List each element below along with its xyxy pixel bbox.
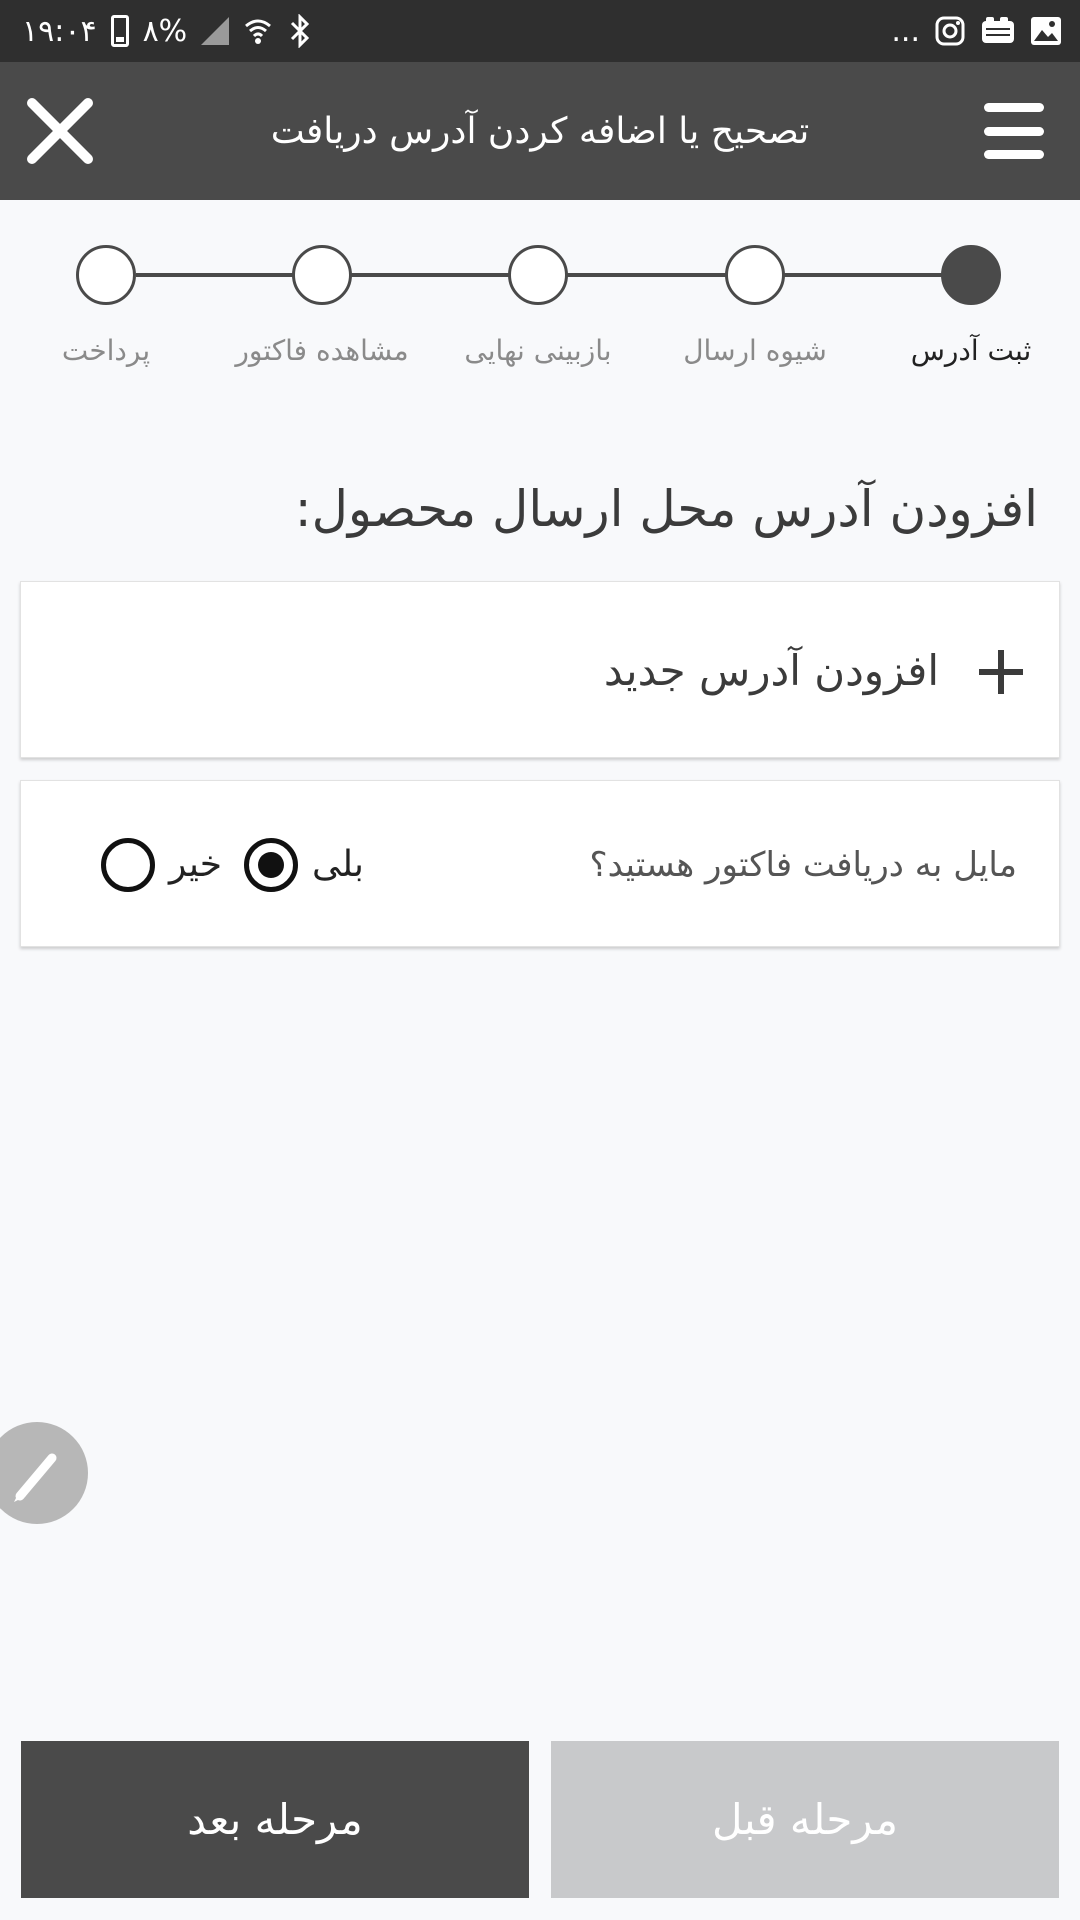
section-heading: افزودن آدرس محل ارسال محصول: xyxy=(294,480,1038,538)
page-title: تصحیح یا اضافه کردن آدرس دریافت xyxy=(270,110,810,152)
step-5-label: پرداخت xyxy=(61,334,151,367)
status-right: ... xyxy=(891,10,1062,52)
status-bar: ۱۹:۰۴ ۸% ... xyxy=(0,0,1080,62)
battery-icon xyxy=(110,15,129,47)
invoice-preference-card: مایل به دریافت فاکتور هستید؟ بلی خیر xyxy=(20,780,1060,947)
clock: ۱۹:۰۴ xyxy=(22,13,97,49)
add-address-label: افزودن آدرس جدید xyxy=(603,646,939,695)
menu-icon[interactable] xyxy=(984,103,1044,159)
plus-icon xyxy=(979,650,1023,694)
step-4-indicator xyxy=(292,245,352,305)
gallery-icon xyxy=(1031,17,1061,45)
step-2-label: شیوه ارسال xyxy=(683,334,827,367)
battery-percent: ۸% xyxy=(142,13,188,49)
radio-label-yes: بلی xyxy=(311,844,364,885)
step-3-label: بازبینی نهایی xyxy=(464,334,612,367)
invoice-question: مایل به دریافت فاکتور هستید؟ xyxy=(589,844,1017,885)
wifi-icon xyxy=(245,19,272,44)
previous-step-button[interactable]: مرحله قبل xyxy=(551,1741,1059,1898)
radio-yes[interactable] xyxy=(243,837,298,892)
step-1-indicator xyxy=(941,245,1001,305)
floating-edit-button[interactable] xyxy=(0,1422,88,1524)
step-1-label: ثبت آدرس xyxy=(910,334,1032,367)
bluetooth-icon xyxy=(291,14,310,48)
radio-label-no: خیر xyxy=(169,844,222,885)
next-step-button[interactable]: مرحله بعد xyxy=(21,1741,529,1898)
overflow-indicator: ... xyxy=(891,13,920,49)
app-notification-icon xyxy=(982,17,1014,43)
invoice-radio-group: بلی خیر xyxy=(79,781,364,948)
step-5-indicator xyxy=(76,245,136,305)
app-bar: تصحیح یا اضافه کردن آدرس دریافت xyxy=(0,62,1080,200)
step-2-indicator xyxy=(725,245,785,305)
add-address-button[interactable]: افزودن آدرس جدید xyxy=(20,581,1060,758)
radio-option-yes[interactable]: بلی xyxy=(243,837,364,892)
step-3-indicator xyxy=(508,245,568,305)
pencil-icon xyxy=(14,1453,57,1502)
close-icon[interactable] xyxy=(24,95,96,167)
status-left: ۱۹:۰۴ ۸% xyxy=(22,10,313,52)
radio-no[interactable] xyxy=(101,837,155,892)
signal-icon xyxy=(201,17,230,45)
step-4-label: مشاهده فاکتور xyxy=(235,334,409,367)
instagram-icon xyxy=(935,16,965,46)
radio-option-no[interactable]: خیر xyxy=(101,837,222,892)
